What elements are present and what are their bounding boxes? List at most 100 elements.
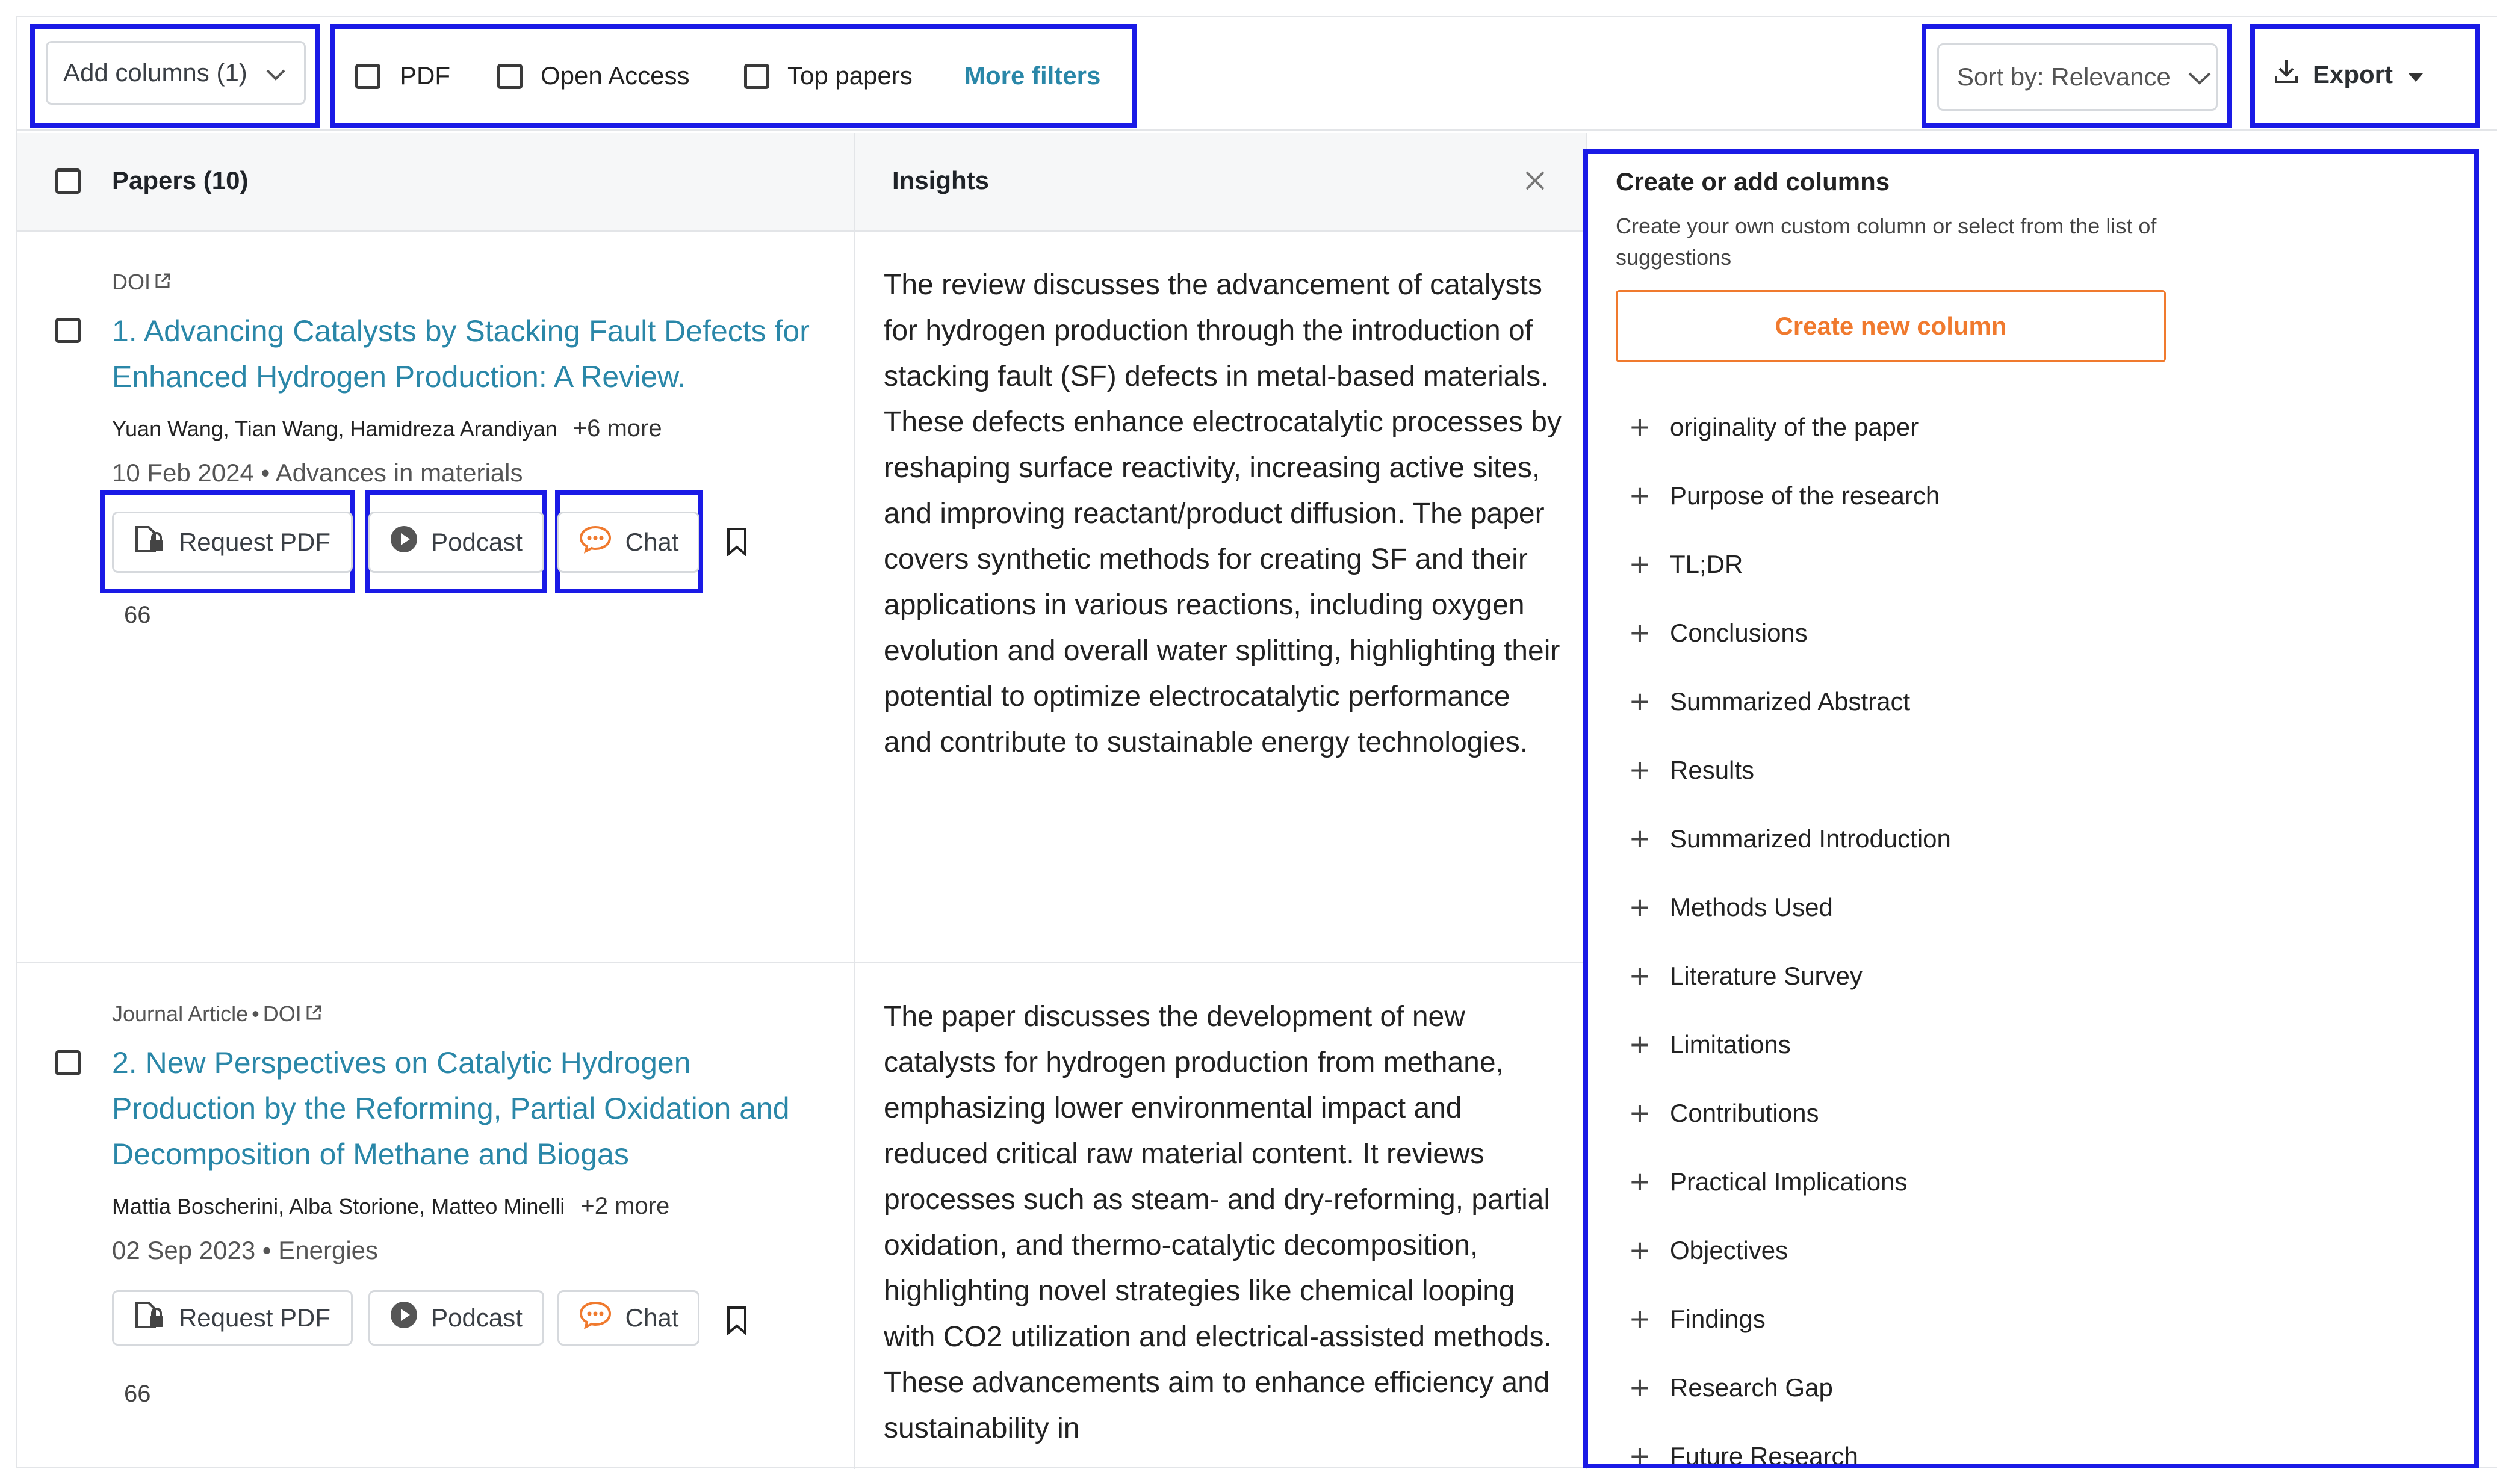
pdf-filter-label[interactable]: PDF — [400, 61, 450, 90]
venue: Energies — [278, 1236, 379, 1264]
export-label: Export — [2313, 60, 2393, 88]
plus-icon: + — [1630, 477, 1650, 515]
create-new-column-button[interactable]: Create new column — [1616, 290, 2166, 362]
top-papers-filter-label[interactable]: Top papers — [787, 61, 913, 90]
more-authors[interactable]: +2 more — [580, 1193, 669, 1219]
suggestion-label: Objectives — [1670, 1236, 1788, 1264]
publish-date: 02 Sep 2023 — [112, 1236, 256, 1264]
suggestion-item[interactable]: + Findings — [1628, 1302, 1766, 1336]
podcast-button[interactable]: Podcast — [368, 512, 544, 573]
suggestion-item[interactable]: + Objectives — [1628, 1234, 1788, 1267]
suggestion-item[interactable]: + Research Gap — [1628, 1368, 1833, 1406]
lock-document-icon — [134, 525, 166, 560]
suggestion-item[interactable]: + TL;DR — [1628, 545, 1743, 583]
create-new-column-label: Create new column — [1775, 312, 2007, 340]
request-pdf-label: Request PDF — [178, 1303, 331, 1332]
paper-title[interactable]: 2. New Perspectives on Catalytic Hydroge… — [112, 1040, 828, 1177]
select-all-checkbox[interactable] — [55, 168, 81, 194]
paper-title[interactable]: 1. Advancing Catalysts by Stacking Fault… — [112, 308, 828, 400]
paper-checkbox[interactable] — [55, 1050, 81, 1075]
suggestion-item[interactable]: + Conclusions — [1628, 616, 1808, 650]
insight-text: The paper discusses the development of n… — [884, 1001, 1552, 1444]
chat-button[interactable]: Chat — [557, 1290, 699, 1346]
suggestion-item[interactable]: + originality of the paper — [1628, 410, 1919, 444]
citation-count: 66 — [124, 602, 151, 628]
publish-date: 10 Feb 2024 — [112, 459, 254, 487]
paper-checkbox[interactable] — [55, 318, 81, 343]
podcast-button[interactable]: Podcast — [368, 1290, 544, 1346]
sort-dropdown[interactable]: Sort by: Relevance — [1937, 43, 2218, 111]
lock-document-icon — [134, 1300, 166, 1335]
table-header — [17, 133, 1587, 232]
suggestion-label: Purpose of the research — [1670, 481, 1940, 510]
chat-label: Chat — [625, 1303, 679, 1332]
plus-icon: + — [1630, 682, 1650, 720]
pdf-filter-checkbox[interactable] — [355, 64, 380, 89]
request-pdf-button[interactable]: Request PDF — [112, 1290, 353, 1346]
citation-count: 66 — [124, 1380, 151, 1407]
add-columns-label: Add columns (1) — [63, 58, 247, 87]
suggestion-label: TL;DR — [1670, 550, 1743, 578]
open-access-filter-checkbox[interactable] — [497, 64, 523, 89]
suggestion-item[interactable]: + Purpose of the research — [1628, 477, 1940, 515]
top-papers-filter-checkbox[interactable] — [744, 64, 769, 89]
plus-icon: + — [1630, 1368, 1650, 1406]
suggestion-item[interactable]: + Practical Implications — [1628, 1163, 1908, 1201]
play-icon — [390, 525, 418, 559]
separator: • — [261, 459, 276, 487]
plus-icon: + — [1630, 957, 1650, 995]
external-link-icon[interactable] — [305, 1001, 322, 1027]
close-icon[interactable] — [1523, 168, 1547, 196]
open-access-filter-label[interactable]: Open Access — [541, 61, 689, 90]
request-pdf-button[interactable]: Request PDF — [112, 512, 353, 573]
venue: Advances in materials — [275, 459, 523, 487]
doi-link[interactable]: DOI — [263, 1001, 302, 1027]
bookmark-icon[interactable] — [726, 1306, 748, 1338]
suggestion-item[interactable]: + Results — [1628, 753, 1754, 787]
paper-type: Journal Article — [112, 1001, 249, 1026]
chevron-down-icon — [265, 58, 286, 87]
sort-label: Sort by: Relevance — [1957, 63, 2171, 91]
suggestion-label: Contributions — [1670, 1099, 1819, 1127]
plus-icon: + — [1630, 820, 1650, 858]
column-divider — [854, 133, 855, 1469]
podcast-label: Podcast — [431, 1303, 523, 1332]
insight-text: The review discusses the advancement of … — [884, 269, 1562, 758]
request-pdf-label: Request PDF — [178, 528, 331, 556]
row-divider — [17, 962, 1587, 963]
chat-label: Chat — [625, 528, 679, 556]
chat-bubble-icon — [578, 525, 612, 560]
suggestion-item[interactable]: + Future Research — [1628, 1437, 1858, 1464]
caret-down-icon — [2407, 60, 2424, 89]
suggestion-item[interactable]: + Literature Survey — [1628, 957, 1863, 995]
suggestion-item[interactable]: + Summarized Introduction — [1628, 820, 1951, 858]
chat-bubble-icon — [578, 1300, 612, 1335]
suggestion-label: Summarized Abstract — [1670, 687, 1911, 716]
suggestion-item[interactable]: + Limitations — [1628, 1025, 1791, 1063]
paper-authors: Yuan Wang, Tian Wang, Hamidreza Arandiya… — [112, 415, 662, 442]
plus-icon: + — [1630, 1025, 1650, 1063]
chat-button[interactable]: Chat — [557, 512, 699, 573]
panel-subtitle: Create your own custom column or select … — [1616, 214, 2157, 270]
plus-icon: + — [1630, 545, 1650, 583]
separator: • — [252, 1001, 259, 1026]
download-icon — [2274, 59, 2298, 90]
suggestion-label: Limitations — [1670, 1030, 1791, 1059]
bookmark-icon[interactable] — [726, 527, 748, 559]
more-authors[interactable]: +6 more — [573, 415, 662, 442]
add-columns-button[interactable]: Add columns (1) — [46, 41, 306, 105]
suggestion-item[interactable]: + Methods Used — [1628, 891, 1833, 924]
more-filters-link[interactable]: More filters — [964, 61, 1100, 90]
plus-icon: + — [1630, 1163, 1650, 1201]
separator: • — [262, 1236, 279, 1264]
authors-list: Mattia Boscherini, Alba Storione, Matteo… — [112, 1194, 565, 1219]
suggestion-label: Findings — [1670, 1305, 1766, 1333]
suggestion-item[interactable]: + Contributions — [1628, 1096, 1819, 1130]
external-link-icon[interactable] — [154, 270, 171, 295]
export-button[interactable]: Export — [2274, 59, 2424, 90]
suggestion-label: Research Gap — [1670, 1373, 1833, 1402]
suggestion-item[interactable]: + Summarized Abstract — [1628, 682, 1911, 720]
paper-date-venue: 10 Feb 2024 • Advances in materials — [112, 459, 523, 487]
plus-icon: + — [1630, 1437, 1650, 1464]
doi-link[interactable]: DOI — [112, 270, 150, 295]
